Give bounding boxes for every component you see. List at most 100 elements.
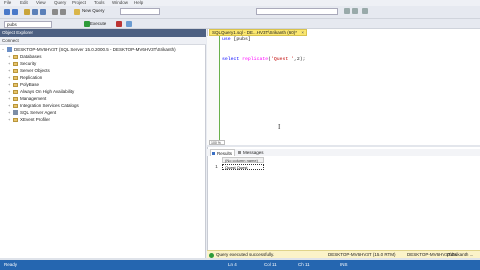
menu-project[interactable]: Project: [72, 0, 86, 5]
column-header[interactable]: (No column name): [222, 157, 264, 163]
tab-results-label: Results: [217, 151, 233, 156]
tree-item-label: Integration Services Catalogs: [20, 103, 79, 108]
tree-item-integration-services[interactable]: + Integration Services Catalogs: [8, 103, 79, 109]
save-all-icon[interactable]: [40, 9, 46, 15]
folder-icon: [13, 82, 18, 87]
find-combo[interactable]: [256, 8, 338, 15]
redo-icon[interactable]: [60, 9, 66, 15]
forward-icon[interactable]: [12, 9, 18, 15]
tree-item-label: DESKTOP-MV6HV3T (SQL Server 15.0.2000.5 …: [14, 47, 176, 52]
keyword-use: use: [222, 37, 231, 42]
tab-messages[interactable]: Messages: [237, 149, 266, 156]
query-status-server: DESKTOP-MV6HV3T (15.0 RTM): [328, 252, 396, 257]
query-status-message: Query executed successfully.: [216, 252, 275, 257]
tree-item-label: Always On High Availability: [20, 89, 75, 94]
menu-window[interactable]: Window: [112, 0, 128, 5]
standard-toolbar: [0, 6, 480, 19]
expand-icon[interactable]: +: [8, 61, 12, 67]
expand-icon[interactable]: +: [8, 89, 12, 95]
cancel-query-icon[interactable]: [116, 21, 122, 27]
close-icon[interactable]: ×: [301, 30, 304, 35]
menu-query[interactable]: Query: [54, 0, 66, 5]
status-ready: Ready: [4, 262, 18, 267]
new-query-button[interactable]: New Query: [82, 8, 105, 13]
string-literal: 'Quest ': [270, 57, 295, 62]
tree-item-replication[interactable]: + Replication: [8, 75, 42, 81]
toolbox-icon[interactable]: [352, 8, 358, 14]
solution-config-combo[interactable]: [120, 8, 160, 15]
folder-icon: [13, 103, 18, 108]
message-icon: [238, 151, 241, 154]
tree-item-label: SQL Server Agent: [20, 110, 57, 115]
status-insert-mode: INS: [340, 262, 348, 267]
folder-icon: [13, 61, 18, 66]
options-icon[interactable]: [362, 8, 368, 14]
expand-icon[interactable]: +: [8, 68, 12, 74]
folder-icon: [13, 96, 18, 101]
object-explorer-tree: − DESKTOP-MV6HV3T (SQL Server 15.0.2000.5…: [0, 45, 206, 258]
menu-file[interactable]: File: [4, 0, 11, 5]
status-char: Ch 11: [298, 262, 310, 267]
database-selector[interactable]: pubs: [4, 21, 52, 28]
menu-tools[interactable]: Tools: [94, 0, 105, 5]
folder-icon: [13, 54, 18, 59]
tree-item-polybase[interactable]: + PolyBase: [8, 82, 39, 88]
collapse-icon[interactable]: −: [2, 47, 6, 53]
code-line-2: select replicate('Quest ',2);: [222, 57, 306, 62]
tree-item-label: XEvent Profiler: [20, 117, 51, 122]
expand-icon[interactable]: +: [8, 54, 12, 60]
query-status-bar: Query executed successfully. DESKTOP-MV6…: [207, 250, 480, 258]
code-line-1: use [pubs]: [222, 37, 251, 42]
tree-item-sql-agent[interactable]: + SQL Server Agent: [8, 110, 56, 116]
success-icon: [209, 252, 214, 258]
tree-item-management[interactable]: + Management: [8, 96, 46, 102]
menu-help[interactable]: Help: [134, 0, 143, 5]
change-indicator: [219, 36, 220, 145]
expand-icon[interactable]: +: [8, 96, 12, 102]
connect-button[interactable]: Connect: [2, 38, 19, 43]
tree-item-databases[interactable]: + Databases: [8, 54, 42, 60]
expand-icon[interactable]: +: [8, 117, 12, 123]
tree-item-server-objects[interactable]: + Server Objects: [8, 68, 50, 74]
row-number: 1: [215, 164, 218, 169]
tab-label: SQLQuery1.sql - DE...HV3T\Srikanth (60)*: [212, 30, 298, 35]
folder-icon: [13, 75, 18, 80]
tab-messages-label: Messages: [243, 150, 264, 155]
expand-icon[interactable]: +: [8, 110, 12, 116]
parse-icon[interactable]: [126, 21, 132, 27]
save-icon[interactable]: [32, 9, 38, 15]
tab-sqlquery1[interactable]: SQLQuery1.sql - DE...HV3T\Srikanth (60)*…: [209, 29, 307, 36]
object-explorer-toolbar: Connect: [0, 37, 206, 45]
keyword-select: select: [222, 57, 240, 62]
results-splitter[interactable]: [207, 145, 480, 147]
open-file-icon[interactable]: [24, 9, 30, 15]
folder-icon: [13, 68, 18, 73]
new-query-icon: [74, 9, 80, 15]
tab-results[interactable]: Results: [210, 149, 236, 156]
expand-icon[interactable]: +: [8, 82, 12, 88]
status-line: Ln 4: [228, 262, 237, 267]
tree-item-xevent-profiler[interactable]: + XEvent Profiler: [8, 117, 50, 123]
menu-view[interactable]: View: [36, 0, 46, 5]
server-icon: [7, 47, 12, 53]
tree-item-label: PolyBase: [20, 82, 40, 87]
tree-item-label: Security: [20, 61, 37, 66]
expand-icon[interactable]: +: [8, 75, 12, 81]
query-status-database: pubs: [447, 252, 457, 257]
function-replicate: replicate: [242, 57, 269, 62]
query-status-user: DESKTOP-MV6HV3T\Srikanth ...: [407, 252, 474, 257]
properties-icon[interactable]: [344, 8, 350, 14]
tree-item-label: Management: [20, 96, 47, 101]
query-editor[interactable]: [207, 29, 480, 258]
tree-item-security[interactable]: + Security: [8, 61, 36, 67]
expand-icon[interactable]: +: [8, 103, 12, 109]
execute-button[interactable]: Execute: [90, 21, 106, 26]
result-cell[interactable]: Quest Quest: [222, 164, 264, 170]
back-icon[interactable]: [4, 9, 10, 15]
undo-icon[interactable]: [52, 9, 58, 15]
menu-edit[interactable]: Edit: [20, 0, 28, 5]
status-column: Col 11: [264, 262, 277, 267]
tree-item-server[interactable]: − DESKTOP-MV6HV3T (SQL Server 15.0.2000.5…: [2, 47, 176, 53]
folder-icon: [13, 89, 18, 94]
tree-item-always-on[interactable]: + Always On High Availability: [8, 89, 74, 95]
